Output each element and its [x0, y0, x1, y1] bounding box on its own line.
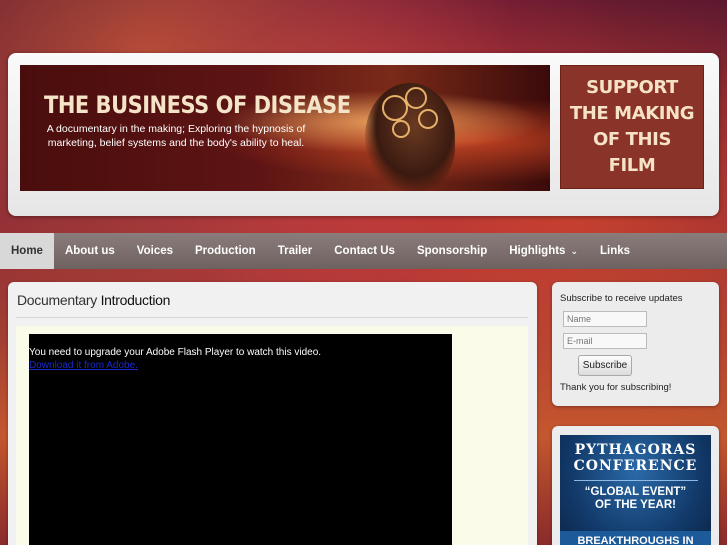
chevron-down-icon: ⌄ [570, 245, 578, 256]
nav-item-trailer[interactable]: Trailer [267, 233, 324, 269]
conference-ad-banner[interactable]: PYTHAGORAS CONFERENCE “GLOBAL EVENT” OF … [560, 435, 711, 545]
nav-item-production[interactable]: Production [184, 233, 267, 269]
nav-item-about-us[interactable]: About us [54, 233, 126, 269]
nav-item-home[interactable]: Home [0, 233, 54, 269]
divider [16, 317, 528, 318]
email-field[interactable] [563, 333, 647, 349]
ad-widget: PYTHAGORAS CONFERENCE “GLOBAL EVENT” OF … [552, 426, 719, 545]
nav-label: Voices [136, 245, 174, 257]
flash-download-link[interactable]: Download it from Adobe. [29, 360, 138, 371]
ad-tagline-1: “GLOBAL EVENT” [584, 486, 687, 498]
nav-label: Highlights [509, 245, 566, 257]
ad-tagline-2: OF THE YEAR! [595, 499, 676, 511]
subscribe-label: Subscribe to receive updates [560, 293, 683, 304]
nav-item-voices[interactable]: Voices [126, 233, 184, 269]
nav-label: Contact Us [334, 245, 395, 257]
nav-label: Sponsorship [416, 245, 488, 257]
nav-label: Production [195, 245, 256, 257]
support-film-button[interactable]: SUPPORT THE MAKING OF THIS FILM [560, 65, 704, 189]
nav-label: Home [11, 245, 43, 257]
nav-item-sponsorship[interactable]: Sponsorship [406, 233, 498, 269]
main-content: Documentary Introduction You need to upg… [8, 282, 537, 545]
ad-title-line1: PYTHAGORAS [574, 442, 697, 458]
ad-strip-text: BREAKTHROUGHS IN [560, 531, 711, 545]
subscribe-button[interactable]: Subscribe [578, 355, 632, 376]
page-title-light: Documentary [17, 292, 97, 308]
subscribe-thanks-text: Thank you for subscribing! [560, 382, 672, 393]
main-nav: Home About us Voices Production Trailer … [0, 233, 727, 269]
name-field[interactable] [563, 311, 647, 327]
subscribe-widget: Subscribe to receive updates Subscribe T… [552, 282, 719, 406]
ad-title-line2: CONFERENCE [573, 458, 698, 474]
nav-label: About us [64, 245, 115, 257]
header-panel: THE BUSINESS OF DISEASE A documentary in… [8, 53, 719, 216]
nav-item-contact-us[interactable]: Contact Us [323, 233, 406, 269]
gear-graphic [418, 109, 438, 129]
site-tagline: A documentary in the making; Exploring t… [46, 123, 306, 149]
nav-item-links[interactable]: Links [589, 233, 641, 269]
page-title-bold: Introduction [100, 292, 171, 308]
flash-upgrade-message: You need to upgrade your Adobe Flash Pla… [29, 347, 322, 358]
page-title: Documentary Introduction [17, 292, 170, 308]
nav-label: Trailer [277, 245, 313, 257]
nav-label: Links [600, 245, 631, 257]
site-title: THE BUSINESS OF DISEASE [44, 91, 351, 119]
video-player[interactable]: You need to upgrade your Adobe Flash Pla… [29, 334, 452, 545]
gear-graphic [392, 120, 410, 138]
divider [573, 480, 698, 481]
banner-image[interactable]: THE BUSINESS OF DISEASE A documentary in… [20, 65, 550, 191]
gear-graphic [405, 87, 427, 109]
support-film-label: SUPPORT THE MAKING OF THIS FILM [569, 77, 695, 176]
nav-item-highlights[interactable]: Highlights ⌄ [498, 233, 589, 269]
